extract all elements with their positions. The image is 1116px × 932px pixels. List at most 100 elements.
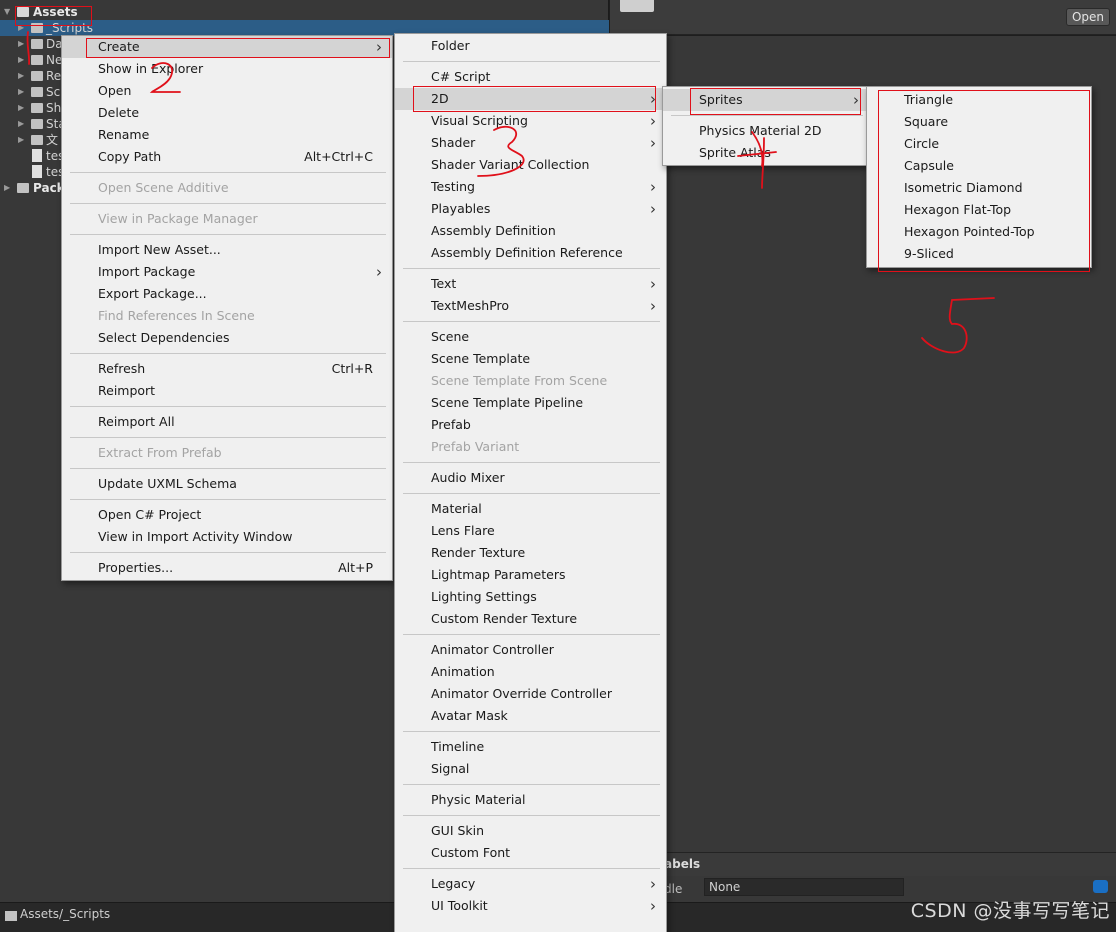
menu-item[interactable]: UI Toolkit › bbox=[395, 895, 666, 917]
asset-bundle-dropdown[interactable]: None bbox=[704, 878, 904, 896]
menu-item-label: Animation bbox=[431, 664, 495, 679]
expand-arrow-icon[interactable]: ▶ bbox=[18, 116, 24, 132]
menu-item-label: Open Scene Additive bbox=[98, 180, 229, 195]
menu-item[interactable]: Import Package › bbox=[62, 261, 392, 283]
menu-item[interactable]: Sprite Atlas bbox=[663, 142, 869, 164]
expand-arrow-icon[interactable]: ▶ bbox=[18, 36, 24, 52]
menu-item[interactable]: Physic Material bbox=[395, 789, 666, 811]
menu-item[interactable]: Text › bbox=[395, 273, 666, 295]
menu-item[interactable]: Render Texture bbox=[395, 542, 666, 564]
menu-separator bbox=[70, 552, 386, 553]
collapse-arrow-icon[interactable]: ▶ bbox=[4, 180, 10, 196]
menu-item[interactable]: Refresh Ctrl+R bbox=[62, 358, 392, 380]
menu-item-label: Text bbox=[431, 276, 457, 291]
expand-arrow-icon[interactable]: ▶ bbox=[18, 84, 24, 100]
status-path: Assets/_Scripts bbox=[20, 907, 111, 921]
menu-item-label: Open C# Project bbox=[98, 507, 202, 522]
folder-icon bbox=[31, 119, 43, 129]
menu-separator bbox=[403, 61, 660, 62]
tree-row-label: 文 bbox=[46, 133, 59, 147]
menu-item[interactable]: Scene Template Pipeline bbox=[395, 392, 666, 414]
menu-item-label: Select Dependencies bbox=[98, 330, 230, 345]
menu-item[interactable]: Delete bbox=[62, 102, 392, 124]
menu-item[interactable]: Show in Explorer bbox=[62, 58, 392, 80]
file-icon bbox=[32, 149, 42, 162]
menu-item[interactable]: Lens Flare bbox=[395, 520, 666, 542]
menu-separator bbox=[403, 815, 660, 816]
menu-separator bbox=[403, 784, 660, 785]
menu-item: Scene Template From Scene bbox=[395, 370, 666, 392]
menu-item[interactable]: Timeline bbox=[395, 736, 666, 758]
menu-separator bbox=[403, 462, 660, 463]
menu-item[interactable]: Properties... Alt+P bbox=[62, 557, 392, 579]
menu-item-shortcut: Alt+P bbox=[338, 560, 373, 575]
menu-item[interactable]: Shader Variant Collection bbox=[395, 154, 666, 176]
menu-item: View in Package Manager bbox=[62, 208, 392, 230]
menu-item-label: Reimport All bbox=[98, 414, 175, 429]
menu-item[interactable]: Animator Controller bbox=[395, 639, 666, 661]
menu-item[interactable]: GUI Skin bbox=[395, 820, 666, 842]
menu-item[interactable]: Assembly Definition bbox=[395, 220, 666, 242]
menu-item[interactable]: C# Script bbox=[395, 66, 666, 88]
menu-item[interactable]: Folder bbox=[395, 35, 666, 57]
menu-item[interactable]: Testing › bbox=[395, 176, 666, 198]
menu-item[interactable]: Physics Material 2D bbox=[663, 120, 869, 142]
menu-item-label: Show in Explorer bbox=[98, 61, 204, 76]
menu-item[interactable]: View in Import Activity Window bbox=[62, 526, 392, 548]
menu-item[interactable]: Import New Asset... bbox=[62, 239, 392, 261]
submenu-chevron-icon: › bbox=[650, 200, 656, 218]
menu-item[interactable]: Open bbox=[62, 80, 392, 102]
open-button[interactable]: Open bbox=[1066, 8, 1110, 26]
menu-item[interactable]: Reimport bbox=[62, 380, 392, 402]
menu-item[interactable]: Audio Mixer bbox=[395, 467, 666, 489]
menu-item[interactable]: Scene bbox=[395, 326, 666, 348]
folder-icon bbox=[31, 103, 43, 113]
menu-item[interactable]: Update UXML Schema bbox=[62, 473, 392, 495]
menu-item[interactable]: Legacy › bbox=[395, 873, 666, 895]
menu-item-label: View in Import Activity Window bbox=[98, 529, 293, 544]
menu-item[interactable]: Export Package... bbox=[62, 283, 392, 305]
menu-item[interactable]: Lightmap Parameters bbox=[395, 564, 666, 586]
menu-item[interactable]: Material bbox=[395, 498, 666, 520]
menu-separator bbox=[403, 634, 660, 635]
menu-item[interactable]: Prefab bbox=[395, 414, 666, 436]
menu-item[interactable]: Playables › bbox=[395, 198, 666, 220]
tag-icon[interactable] bbox=[1093, 880, 1108, 893]
menu-item[interactable]: Reimport All bbox=[62, 411, 392, 433]
menu-item[interactable]: Shader › bbox=[395, 132, 666, 154]
expand-arrow-icon[interactable]: ▶ bbox=[18, 68, 24, 84]
menu-item-label: GUI Skin bbox=[431, 823, 485, 838]
menu-separator bbox=[70, 406, 386, 407]
annotation-box-sprite-list bbox=[878, 90, 1090, 272]
menu-separator bbox=[403, 868, 660, 869]
menu-item[interactable]: Custom Font bbox=[395, 842, 666, 864]
menu-item[interactable]: Assembly Definition Reference bbox=[395, 242, 666, 264]
menu-item[interactable]: Visual Scripting › bbox=[395, 110, 666, 132]
menu-item[interactable]: Copy Path Alt+Ctrl+C bbox=[62, 146, 392, 168]
menu-item[interactable]: Scene Template bbox=[395, 348, 666, 370]
menu-item-label: Properties... bbox=[98, 560, 174, 575]
expand-arrow-icon[interactable]: ▶ bbox=[18, 52, 24, 68]
menu-item[interactable]: Animator Override Controller bbox=[395, 683, 666, 705]
menu-item: Find References In Scene bbox=[62, 305, 392, 327]
submenu-chevron-icon: › bbox=[650, 897, 656, 915]
menu-item-label: Animator Controller bbox=[431, 642, 554, 657]
expand-arrow-icon[interactable]: ▶ bbox=[18, 100, 24, 116]
menu-item[interactable]: Signal bbox=[395, 758, 666, 780]
expand-arrow-icon[interactable]: ▼ bbox=[4, 4, 10, 20]
menu-item[interactable]: TextMeshPro › bbox=[395, 295, 666, 317]
menu-item[interactable]: Lighting Settings bbox=[395, 586, 666, 608]
menu-item-label: Custom Render Texture bbox=[431, 611, 578, 626]
menu-item[interactable]: Rename bbox=[62, 124, 392, 146]
menu-item[interactable]: Open C# Project bbox=[62, 504, 392, 526]
expand-arrow-icon[interactable]: ▶ bbox=[18, 132, 24, 148]
menu-item[interactable]: Select Dependencies bbox=[62, 327, 392, 349]
menu-item-label: Scene Template Pipeline bbox=[431, 395, 584, 410]
menu-item[interactable]: Animation bbox=[395, 661, 666, 683]
annotation-box-sprites bbox=[690, 88, 861, 115]
menu-separator bbox=[403, 493, 660, 494]
context-menu: Create › Show in Explorer Open Delete Rename C… bbox=[61, 35, 393, 581]
menu-item[interactable]: Custom Render Texture bbox=[395, 608, 666, 630]
create-submenu: Folder C# Script 2D › Visual Scripting › Shade… bbox=[394, 33, 667, 932]
menu-item[interactable]: Avatar Mask bbox=[395, 705, 666, 727]
